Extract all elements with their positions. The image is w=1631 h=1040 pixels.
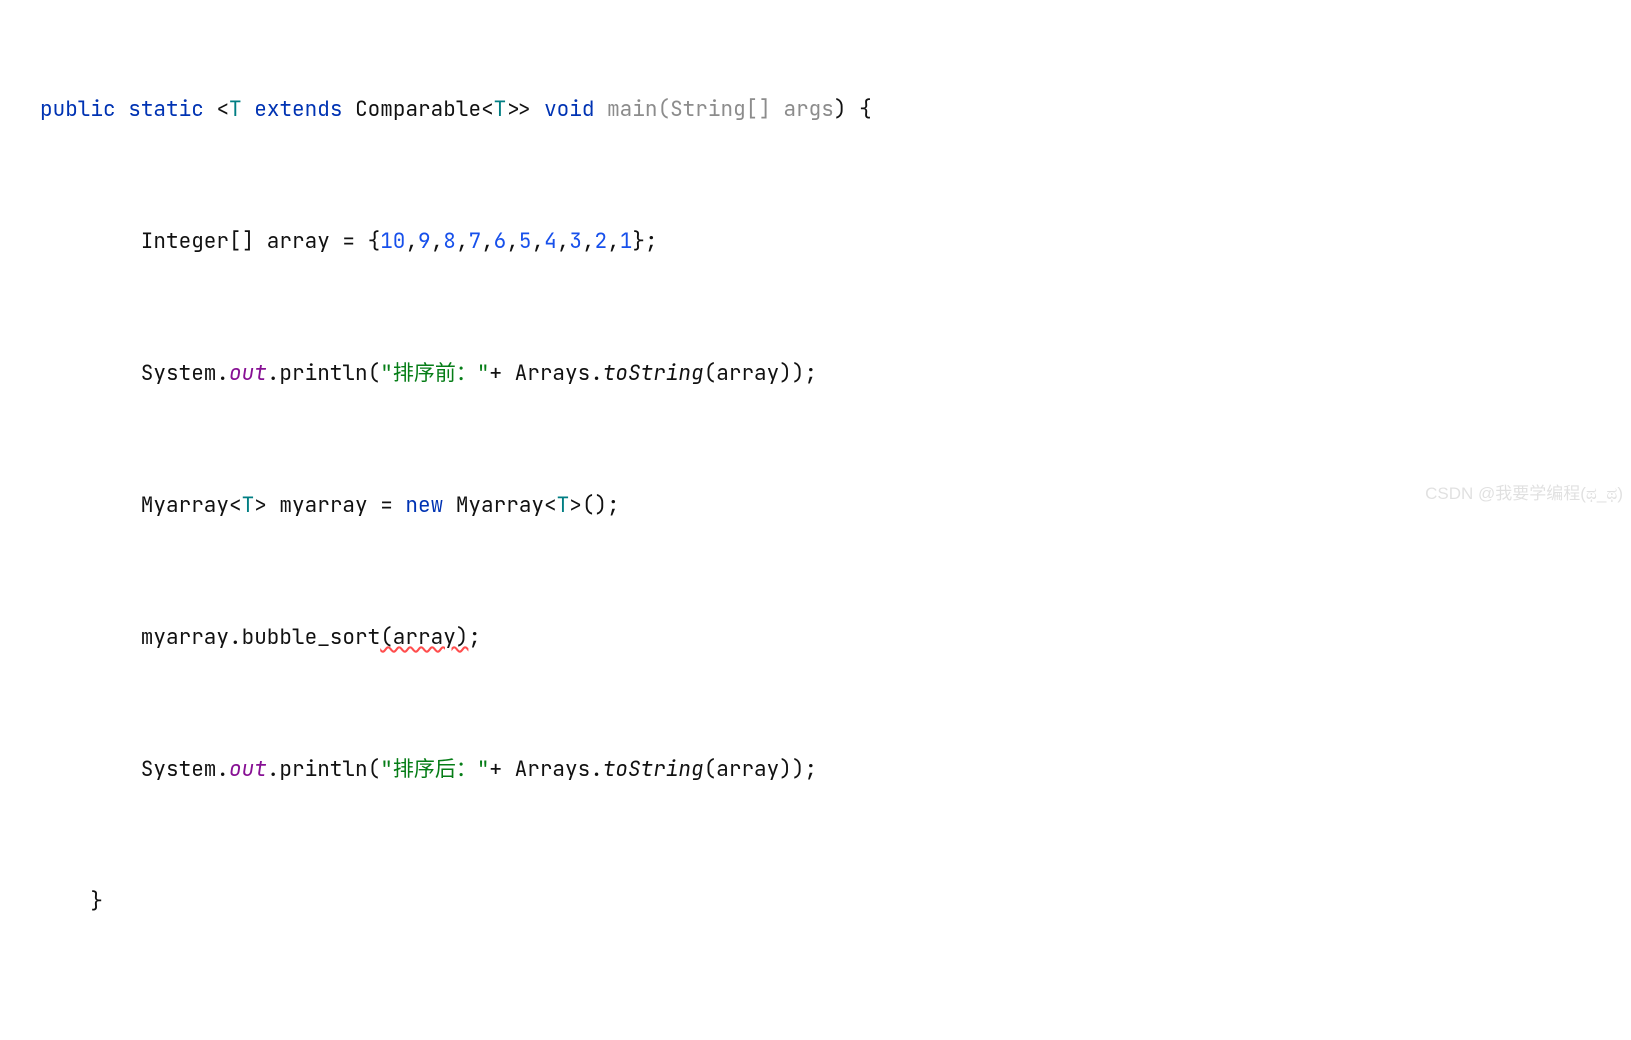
code-text: Myarray< xyxy=(443,492,556,519)
param-args: args xyxy=(783,96,833,123)
code-line: myarray.bubble_sort(array); xyxy=(40,616,1631,660)
number-literal: 9 xyxy=(418,228,431,255)
number-literal: 4 xyxy=(544,228,557,255)
number-literal: 7 xyxy=(468,228,481,255)
keyword-static: static xyxy=(128,96,204,123)
number-literal: 6 xyxy=(494,228,507,255)
code-text: ; xyxy=(468,624,481,651)
type-comparable: Comparable xyxy=(355,96,481,123)
code-text: }; xyxy=(632,228,657,255)
code-text: + Arrays. xyxy=(489,360,602,387)
error-underline[interactable]: (array) xyxy=(380,624,468,651)
code-line: public static <T extends Comparable<T>> … xyxy=(40,88,1631,132)
comma: , xyxy=(405,228,418,255)
code-text: (array)); xyxy=(704,756,817,783)
comma: , xyxy=(456,228,469,255)
code-text: + Arrays. xyxy=(489,756,602,783)
comma: , xyxy=(431,228,444,255)
code-text: Myarray< xyxy=(40,492,242,519)
code-text: System. xyxy=(40,360,229,387)
type-param-T: T xyxy=(229,96,242,123)
paren-params: (String[] xyxy=(657,96,783,123)
number-literal: 8 xyxy=(443,228,456,255)
code-text: Integer[] array = { xyxy=(40,228,380,255)
comma: , xyxy=(532,228,545,255)
string-literal: "排序前：" xyxy=(380,360,489,387)
keyword-extends: extends xyxy=(242,96,355,123)
brace-open: ) { xyxy=(834,96,872,123)
angle-close: >> xyxy=(506,96,531,123)
number-list: 10,9,8,7,6,5,4,3,2,1 xyxy=(380,228,632,255)
code-text: > myarray = xyxy=(254,492,405,519)
method-main: main xyxy=(594,96,657,123)
code-text: >(); xyxy=(569,492,619,519)
code-line: Integer[] array = {10,9,8,7,6,5,4,3,2,1}… xyxy=(40,220,1631,264)
keyword-new: new xyxy=(405,492,443,519)
code-text: .println( xyxy=(267,360,380,387)
number-literal: 1 xyxy=(620,228,633,255)
comma: , xyxy=(481,228,494,255)
code-line: System.out.println("排序后："+ Arrays.toStri… xyxy=(40,748,1631,792)
editor-whitespace xyxy=(0,968,1631,1040)
code-line: Myarray<T> myarray = new Myarray<T>(); xyxy=(40,484,1631,528)
angle-open: < xyxy=(481,96,494,123)
code-text: .println( xyxy=(267,756,380,783)
number-literal: 10 xyxy=(380,228,405,255)
code-text: myarray.bubble_sort xyxy=(40,624,380,651)
type-param-T: T xyxy=(557,492,570,519)
number-literal: 3 xyxy=(569,228,582,255)
comma: , xyxy=(506,228,519,255)
code-line: } xyxy=(40,880,1631,924)
code-line: System.out.println("排序前："+ Arrays.toStri… xyxy=(40,352,1631,396)
method-tostring: toString xyxy=(603,756,704,783)
brace-close: } xyxy=(40,888,103,915)
field-out: out xyxy=(229,360,267,387)
code-editor[interactable]: public static <T extends Comparable<T>> … xyxy=(0,0,1631,968)
code-text: System. xyxy=(40,756,229,783)
type-param-T: T xyxy=(494,96,507,123)
angle-open: < xyxy=(216,96,229,123)
keyword-public: public xyxy=(40,96,116,123)
code-text: (array)); xyxy=(704,360,817,387)
comma: , xyxy=(557,228,570,255)
string-literal: "排序后：" xyxy=(380,756,489,783)
keyword-void: void xyxy=(531,96,594,123)
comma: , xyxy=(607,228,620,255)
field-out: out xyxy=(229,756,267,783)
method-tostring: toString xyxy=(603,360,704,387)
number-literal: 5 xyxy=(519,228,532,255)
number-literal: 2 xyxy=(595,228,608,255)
type-param-T: T xyxy=(242,492,255,519)
comma: , xyxy=(582,228,595,255)
